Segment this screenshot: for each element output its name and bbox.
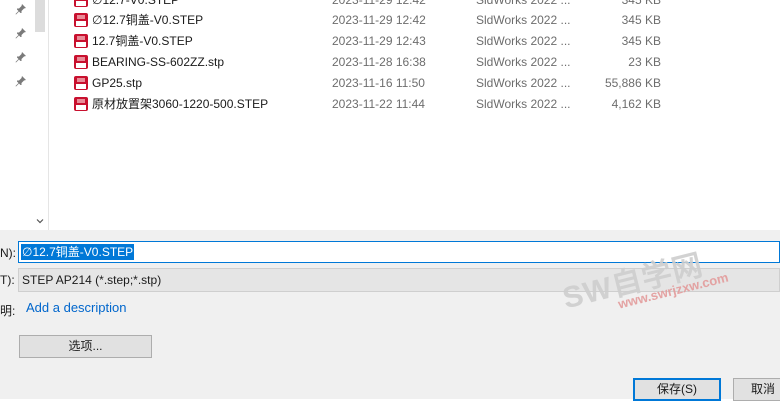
file-date: 2023-11-29 12:42 (332, 0, 426, 7)
file-date: 2023-11-29 12:43 (332, 34, 426, 48)
file-row[interactable]: 12.7铜盖-V0.STEP 2023-11-29 12:43 SldWorks… (49, 31, 780, 51)
save-type-value: STEP AP214 (*.step;*.stp) (22, 273, 162, 287)
file-row[interactable]: BEARING-SS-602ZZ.stp 2023-11-28 16:38 Sl… (49, 52, 780, 72)
file-name: 12.7铜盖-V0.STEP (92, 34, 193, 48)
save-button[interactable]: 保存(S) (633, 378, 721, 401)
file-type: SldWorks 2022 ... (476, 13, 571, 27)
solidworks-file-icon (73, 96, 89, 112)
file-type: SldWorks 2022 ... (476, 55, 571, 69)
file-size: 345 KB (621, 0, 661, 7)
chevron-down-icon[interactable] (36, 214, 44, 224)
solidworks-file-icon (73, 33, 89, 49)
file-date: 2023-11-28 16:38 (332, 55, 426, 69)
file-type: SldWorks 2022 ... (476, 34, 571, 48)
cancel-button[interactable]: 取消 (733, 378, 780, 401)
file-name: ∅12.7-V0.STEP (92, 0, 180, 7)
type-label: T): (0, 273, 15, 287)
file-name: 原材放置架3060-1220-500.STEP (92, 97, 269, 111)
add-description-link[interactable]: Add a description (26, 300, 126, 315)
nav-scrollbar[interactable] (33, 0, 47, 230)
pin-icon[interactable] (15, 75, 27, 87)
file-name: GP25.stp (92, 76, 143, 90)
filename-selected-text[interactable]: ∅12.7铜盖-V0.STEP (21, 244, 135, 260)
solidworks-file-icon (73, 12, 89, 28)
quick-access-pins (0, 0, 32, 230)
file-name: BEARING-SS-602ZZ.stp (92, 55, 225, 69)
file-date: 2023-11-29 12:42 (332, 13, 426, 27)
filename-label: N): (0, 246, 16, 260)
file-size: 55,886 KB (604, 76, 661, 90)
file-name: ∅12.7铜盖-V0.STEP (92, 13, 204, 27)
file-date: 2023-11-16 11:50 (332, 76, 425, 90)
file-size: 4,162 KB (611, 97, 661, 111)
file-size: 23 KB (628, 55, 661, 69)
file-row[interactable]: 原材放置架3060-1220-500.STEP 2023-11-22 11:44… (49, 94, 780, 114)
file-list: ∅12.7-V0.STEP 2023-11-29 12:42 SldWorks … (48, 0, 780, 230)
file-date: 2023-11-22 11:44 (332, 97, 425, 111)
solidworks-file-icon (73, 75, 89, 91)
file-size: 345 KB (621, 34, 661, 48)
solidworks-file-icon (73, 54, 89, 70)
pin-icon[interactable] (15, 3, 27, 15)
file-type: SldWorks 2022 ... (476, 76, 571, 90)
pin-icon[interactable] (15, 27, 27, 39)
file-row[interactable]: ∅12.7铜盖-V0.STEP 2023-11-29 12:42 SldWork… (49, 10, 780, 30)
file-type: SldWorks 2022 ... (476, 0, 571, 7)
file-type: SldWorks 2022 ... (476, 97, 571, 111)
description-label: 明: (0, 304, 16, 318)
file-size: 345 KB (621, 13, 661, 27)
solidworks-file-icon (73, 0, 89, 8)
file-row[interactable]: GP25.stp 2023-11-16 11:50 SldWorks 2022 … (49, 73, 780, 93)
scrollbar-thumb[interactable] (35, 0, 45, 32)
options-button[interactable]: 选项... (19, 335, 152, 358)
pin-icon[interactable] (15, 51, 27, 63)
file-row[interactable]: ∅12.7-V0.STEP 2023-11-29 12:42 SldWorks … (49, 0, 780, 10)
